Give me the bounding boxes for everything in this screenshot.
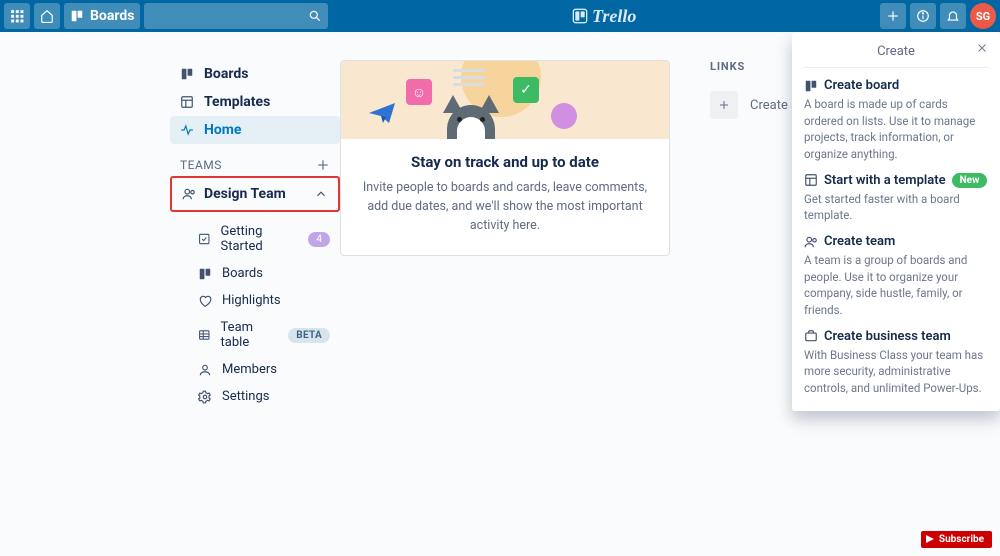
- plus-icon: [886, 9, 900, 23]
- close-button[interactable]: [976, 42, 988, 54]
- subscribe-label: Subscribe: [939, 534, 984, 545]
- board-icon: [180, 67, 194, 81]
- create-board-option[interactable]: Create board A board is made up of cards…: [804, 68, 988, 163]
- sub-label: Getting Started: [220, 224, 298, 254]
- close-icon: [976, 42, 988, 54]
- feed: ☺ ✓ Stay on track and up to date Invite …: [340, 60, 670, 410]
- nav-label: Boards: [204, 66, 248, 82]
- opt-title: Create team: [824, 234, 895, 249]
- table-icon: [198, 328, 211, 342]
- gear-icon: [198, 390, 212, 404]
- brand-text: Trello: [592, 6, 636, 27]
- boards-button-label: Boards: [90, 8, 134, 24]
- card-title: Stay on track and up to date: [357, 153, 653, 171]
- opt-title: Create business team: [824, 329, 951, 344]
- sub-label: Team table: [221, 320, 279, 350]
- start-template-option[interactable]: Start with a template New Get started fa…: [804, 163, 988, 224]
- sidebar: Boards Templates Home TEAMS Design Team: [170, 60, 340, 410]
- teams-header: TEAMS: [170, 144, 340, 176]
- pulse-icon: [180, 123, 194, 137]
- search-input[interactable]: [144, 3, 328, 29]
- illustration: ☺ ✓: [341, 61, 669, 139]
- new-badge: New: [952, 173, 988, 188]
- team-name-label: Design Team: [204, 186, 286, 202]
- topbar: Boards Trello SG: [0, 0, 1000, 32]
- add-team-icon[interactable]: [316, 158, 330, 172]
- nav-label: Home: [204, 122, 241, 138]
- home-button[interactable]: [34, 3, 60, 29]
- sub-label: Members: [222, 362, 277, 377]
- template-icon: [180, 95, 194, 109]
- avatar-initials: SG: [976, 10, 990, 23]
- paper-plane-icon: [369, 103, 395, 123]
- panel-header: Create: [804, 40, 988, 68]
- people-icon: [804, 235, 818, 249]
- create-panel: Create Create board A board is made up o…: [792, 32, 1000, 411]
- heart-icon: [198, 294, 212, 308]
- info-button[interactable]: [910, 3, 936, 29]
- sub-label: Highlights: [222, 293, 281, 308]
- team-sub-members[interactable]: Members: [170, 356, 340, 383]
- home-icon: [40, 9, 54, 23]
- nav-templates[interactable]: Templates: [170, 88, 340, 116]
- trello-logo-icon: [572, 8, 588, 24]
- avatar[interactable]: SG: [970, 3, 996, 29]
- card-body: Invite people to boards and cards, leave…: [357, 179, 653, 235]
- template-icon: [804, 173, 818, 187]
- team-sub-highlights[interactable]: Highlights: [170, 287, 340, 314]
- apps-button[interactable]: [4, 3, 30, 29]
- team-sub-boards[interactable]: Boards: [170, 260, 340, 287]
- subscribe-button[interactable]: Subscribe: [921, 531, 992, 548]
- opt-desc: With Business Class your team has more s…: [804, 347, 988, 397]
- apps-icon: [10, 9, 24, 23]
- badge-count: 4: [308, 232, 330, 247]
- nav-label: Templates: [204, 94, 270, 110]
- board-icon: [198, 267, 212, 281]
- team-sub-settings[interactable]: Settings: [170, 383, 340, 410]
- teams-heading-label: TEAMS: [180, 158, 222, 172]
- panel-title: Create: [877, 44, 915, 59]
- person-icon: [198, 363, 212, 377]
- create-business-team-option[interactable]: Create business team With Business Class…: [804, 319, 988, 397]
- empty-state-card: ☺ ✓ Stay on track and up to date Invite …: [340, 60, 670, 256]
- opt-title: Create board: [824, 78, 899, 93]
- board-icon: [70, 9, 84, 23]
- info-icon: [916, 9, 930, 23]
- badge-beta: BETA: [288, 328, 330, 343]
- chevron-up-icon: [314, 187, 328, 201]
- check-square-icon: [198, 232, 210, 246]
- opt-title: Start with a template: [824, 173, 946, 188]
- team-sub-team-table[interactable]: Team table BETA: [170, 314, 340, 356]
- brand-logo: Trello: [332, 6, 876, 27]
- sub-label: Settings: [222, 389, 269, 404]
- briefcase-icon: [804, 329, 818, 343]
- sub-label: Boards: [222, 266, 263, 281]
- board-icon: [804, 79, 818, 93]
- plus-box-icon: [710, 91, 738, 119]
- bell-icon: [946, 9, 960, 23]
- team-sub-getting-started[interactable]: Getting Started 4: [170, 218, 340, 260]
- opt-desc: A board is made up of cards ordered on l…: [804, 96, 988, 163]
- people-icon: [182, 187, 196, 201]
- create-button[interactable]: [880, 3, 906, 29]
- notifications-button[interactable]: [940, 3, 966, 29]
- create-team-option[interactable]: Create team A team is a group of boards …: [804, 224, 988, 319]
- opt-desc: Get started faster with a board template…: [804, 191, 988, 224]
- nav-home[interactable]: Home: [170, 116, 340, 144]
- search-icon: [308, 9, 322, 23]
- boards-button[interactable]: Boards: [64, 3, 140, 29]
- opt-desc: A team is a group of boards and people. …: [804, 252, 988, 319]
- team-design-team[interactable]: Design Team: [170, 176, 340, 212]
- nav-boards[interactable]: Boards: [170, 60, 340, 88]
